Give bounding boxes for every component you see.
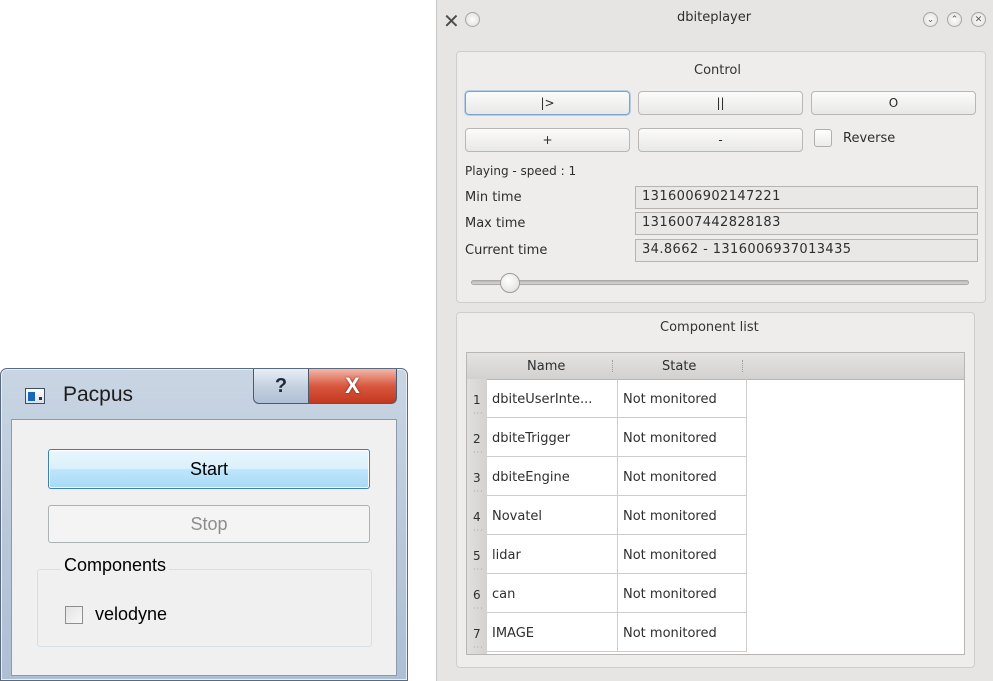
play-button[interactable]: |> bbox=[465, 91, 630, 115]
row-resize-grip: ··· bbox=[473, 565, 484, 574]
row-number: 3 bbox=[473, 471, 481, 485]
component-name-cell[interactable]: can bbox=[487, 574, 618, 613]
current-time-label: Current time bbox=[465, 243, 548, 258]
window-menu-icon[interactable] bbox=[465, 12, 480, 27]
row-number: 7 bbox=[473, 627, 481, 641]
speed-up-button-label: + bbox=[542, 133, 553, 147]
table-row[interactable]: 6 ··· can Not monitored bbox=[467, 574, 964, 613]
stop-button[interactable]: O bbox=[811, 91, 976, 115]
current-time-field[interactable]: 34.8662 - 1316006937013435 bbox=[635, 239, 978, 262]
row-resize-grip: ··· bbox=[473, 604, 484, 613]
column-resize-handle[interactable] bbox=[612, 360, 614, 372]
reverse-checkbox[interactable] bbox=[814, 129, 832, 147]
min-time-field[interactable]: 1316006902147221 bbox=[635, 186, 978, 209]
component-state-cell[interactable]: Not monitored bbox=[618, 613, 747, 652]
row-number: 5 bbox=[473, 549, 481, 563]
close-button[interactable]: X bbox=[308, 369, 397, 404]
components-group-title: Components bbox=[61, 555, 170, 576]
components-group bbox=[37, 569, 372, 647]
kde-app-icon[interactable]: ✕ bbox=[443, 9, 460, 33]
reverse-checkbox-label[interactable]: Reverse bbox=[843, 131, 895, 146]
help-button[interactable]: ? bbox=[253, 369, 309, 404]
row-number: 6 bbox=[473, 588, 481, 602]
table-row[interactable]: 1 ··· dbiteUserInte... Not monitored bbox=[467, 379, 964, 418]
velodyne-checkbox[interactable] bbox=[65, 606, 83, 624]
stop-button-label: O bbox=[888, 96, 899, 110]
timeline-slider-track[interactable] bbox=[471, 280, 969, 285]
velodyne-checkbox-label[interactable]: velodyne bbox=[95, 604, 167, 625]
row-resize-grip: ··· bbox=[473, 409, 484, 418]
component-list-title: Component list bbox=[660, 320, 759, 335]
component-name-cell[interactable]: Novatel bbox=[487, 496, 618, 535]
start-button-label: Start bbox=[189, 458, 228, 479]
component-name-cell[interactable]: lidar bbox=[487, 535, 618, 574]
component-name-cell[interactable]: dbiteUserInte... bbox=[487, 379, 618, 418]
component-name-cell[interactable]: dbiteTrigger bbox=[487, 418, 618, 457]
column-resize-handle[interactable] bbox=[742, 360, 744, 372]
component-state-cell[interactable]: Not monitored bbox=[618, 379, 747, 418]
row-resize-grip: ··· bbox=[473, 526, 484, 535]
row-number: 4 bbox=[473, 510, 481, 524]
window-title: Pacpus bbox=[63, 383, 134, 406]
max-time-label: Max time bbox=[465, 216, 526, 231]
row-resize-grip: ··· bbox=[473, 643, 484, 652]
row-number: 1 bbox=[473, 393, 481, 407]
pacpus-window: Pacpus ? X Start Stop Components velodyn… bbox=[0, 368, 408, 681]
row-resize-grip: ··· bbox=[473, 448, 484, 457]
speed-up-button[interactable]: + bbox=[465, 128, 630, 152]
close-icon: X bbox=[345, 373, 360, 398]
component-name-cell[interactable]: dbiteEngine bbox=[487, 457, 618, 496]
app-window-icon bbox=[25, 388, 45, 404]
component-state-cell[interactable]: Not monitored bbox=[618, 457, 747, 496]
play-button-label: |> bbox=[540, 96, 555, 110]
timeline-slider-handle[interactable] bbox=[500, 273, 520, 293]
minimize-icon[interactable]: ⌄ bbox=[923, 12, 938, 27]
column-header-state[interactable]: State bbox=[662, 359, 696, 374]
table-row[interactable]: 4 ··· Novatel Not monitored bbox=[467, 496, 964, 535]
stop-button-label: Stop bbox=[190, 513, 228, 534]
component-state-cell[interactable]: Not monitored bbox=[618, 418, 747, 457]
table-row[interactable]: 2 ··· dbiteTrigger Not monitored bbox=[467, 418, 964, 457]
row-resize-grip: ··· bbox=[473, 487, 484, 496]
dbiteplayer-title-bar[interactable]: ✕ dbiteplayer ⌄ ⌃ ✕ bbox=[437, 0, 993, 40]
component-state-cell[interactable]: Not monitored bbox=[618, 574, 747, 613]
table-row[interactable]: 3 ··· dbiteEngine Not monitored bbox=[467, 457, 964, 496]
max-time-field[interactable]: 1316007442828183 bbox=[635, 212, 978, 235]
min-time-label: Min time bbox=[465, 190, 522, 205]
component-state-cell[interactable]: Not monitored bbox=[618, 496, 747, 535]
close-icon[interactable]: ✕ bbox=[971, 12, 986, 27]
component-state-cell[interactable]: Not monitored bbox=[618, 535, 747, 574]
pause-button-label: || bbox=[716, 96, 725, 110]
window-title: dbiteplayer bbox=[677, 10, 752, 25]
table-row[interactable]: 7 ··· IMAGE Not monitored bbox=[467, 613, 964, 652]
playback-status: Playing - speed : 1 bbox=[465, 164, 577, 178]
start-button[interactable]: Start bbox=[48, 449, 370, 489]
column-header-name[interactable]: Name bbox=[527, 359, 565, 374]
table-row[interactable]: 5 ··· lidar Not monitored bbox=[467, 535, 964, 574]
table-header: Name State bbox=[467, 353, 964, 380]
control-panel-title: Control bbox=[694, 63, 741, 78]
speed-down-button-label: - bbox=[718, 133, 723, 147]
speed-down-button[interactable]: - bbox=[638, 128, 803, 152]
question-mark-icon: ? bbox=[274, 374, 288, 397]
component-name-cell[interactable]: IMAGE bbox=[487, 613, 618, 652]
pause-button[interactable]: || bbox=[638, 91, 803, 115]
row-number: 2 bbox=[473, 432, 481, 446]
component-table: Name State 1 ··· dbiteUserInte... Not mo… bbox=[466, 352, 965, 655]
maximize-icon[interactable]: ⌃ bbox=[947, 12, 962, 27]
stop-button[interactable]: Stop bbox=[48, 505, 370, 543]
